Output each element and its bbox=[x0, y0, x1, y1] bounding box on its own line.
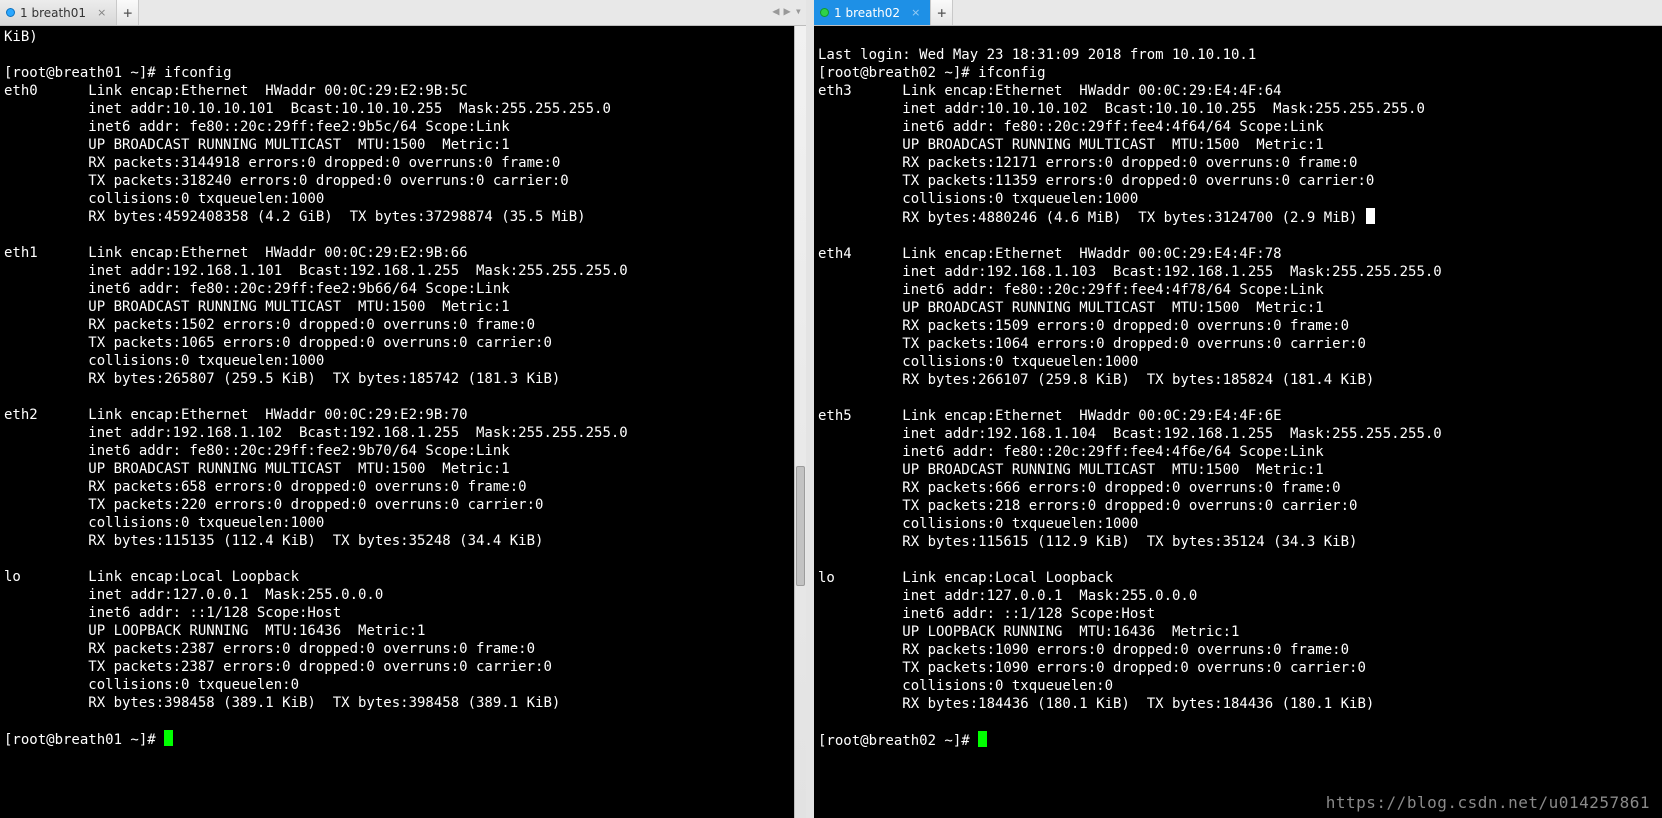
tabbar-left: 1 breath01 × + ◀ ▶ ▾ bbox=[0, 0, 806, 26]
nav-menu-icon[interactable]: ▾ bbox=[795, 4, 802, 18]
terminal-left[interactable]: KiB) [root@breath01 ~]# ifconfig eth0 Li… bbox=[0, 26, 806, 818]
status-dot-icon bbox=[820, 8, 829, 17]
status-dot-icon bbox=[6, 8, 15, 17]
plus-icon: + bbox=[123, 4, 132, 22]
plus-icon: + bbox=[937, 4, 946, 22]
terminal-right[interactable]: Last login: Wed May 23 18:31:09 2018 fro… bbox=[814, 26, 1662, 818]
pane-nav: ◀ ▶ ▾ bbox=[772, 4, 802, 18]
left-pane: 1 breath01 × + ◀ ▶ ▾ KiB) [root@breath01… bbox=[0, 0, 806, 818]
scrollbar-thumb[interactable] bbox=[796, 466, 805, 586]
close-icon[interactable]: × bbox=[911, 6, 920, 19]
tab-label: 1 breath01 bbox=[20, 6, 86, 20]
nav-left-icon[interactable]: ◀ bbox=[772, 4, 779, 18]
close-icon[interactable]: × bbox=[97, 6, 106, 19]
tab-label: 1 breath02 bbox=[834, 6, 900, 20]
add-tab-button[interactable]: + bbox=[117, 0, 139, 25]
tab-breath02[interactable]: 1 breath02 × bbox=[814, 0, 931, 25]
nav-right-icon[interactable]: ▶ bbox=[784, 4, 791, 18]
tab-breath01[interactable]: 1 breath01 × bbox=[0, 0, 117, 25]
tabbar-right: 1 breath02 × + bbox=[814, 0, 1662, 26]
add-tab-button[interactable]: + bbox=[931, 0, 953, 25]
right-pane: 1 breath02 × + Last login: Wed May 23 18… bbox=[814, 0, 1662, 818]
scrollbar[interactable] bbox=[794, 26, 806, 818]
split-divider[interactable] bbox=[806, 0, 814, 818]
